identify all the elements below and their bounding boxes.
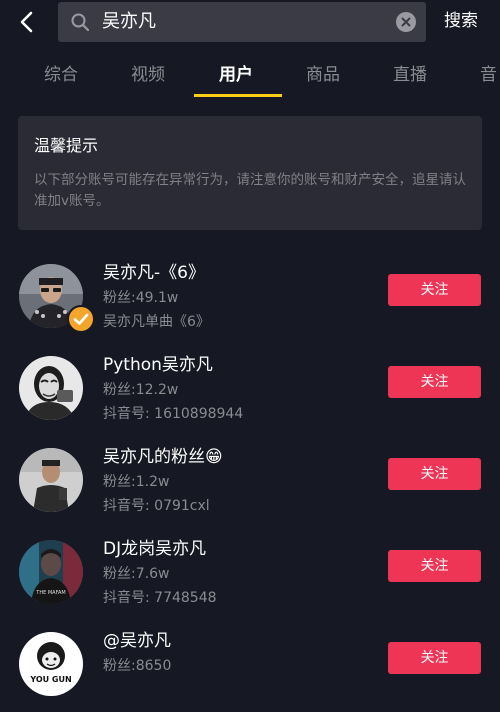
tab-users[interactable]: 用户	[219, 64, 253, 86]
active-tab-indicator	[194, 94, 282, 97]
user-name[interactable]: 吴亦凡-《6》	[103, 262, 205, 284]
search-button[interactable]: 搜索	[444, 10, 478, 32]
user-result-item[interactable]: THE MAFAM DJ龙岗吴亦凡 粉丝:7.6w 抖音号: 7748548 关…	[0, 538, 500, 620]
avatar[interactable]	[19, 448, 83, 512]
search-input[interactable]: 吴亦凡	[58, 2, 426, 42]
user-name[interactable]: Python吴亦凡	[103, 354, 213, 376]
tab-videos[interactable]: 视频	[131, 64, 165, 86]
top-bar: 吴亦凡 搜索	[0, 0, 500, 46]
tab-comprehensive[interactable]: 综合	[44, 64, 78, 86]
avatar[interactable]: YOU GUN	[19, 632, 83, 696]
avatar-label: YOU GUN	[29, 675, 71, 684]
tip-title: 温馨提示	[34, 136, 99, 155]
follow-button[interactable]: 关注	[388, 642, 481, 674]
user-name[interactable]: 吴亦凡的粉丝😁	[103, 446, 223, 468]
tip-body: 以下部分账号可能存在异常行为，请注意你的账号和财产安全，追星请认准加v账号。	[34, 172, 466, 209]
tab-products[interactable]: 商品	[306, 64, 340, 86]
user-result-item[interactable]: 吴亦凡-《6》 粉丝:49.1w 吴亦凡单曲《6》 关注	[0, 262, 500, 344]
user-fans-count: 粉丝:8650	[103, 658, 172, 674]
category-tabs: 综合 视频 用户 商品 直播 音	[0, 52, 500, 96]
user-douyin-id: 抖音号: 7748548	[103, 590, 217, 606]
user-description: 吴亦凡单曲《6》	[103, 314, 210, 330]
avatar[interactable]	[19, 356, 83, 420]
search-query-text: 吴亦凡	[102, 11, 156, 32]
user-result-item[interactable]: YOU GUN @吴亦凡 粉丝:8650 关注	[0, 630, 500, 712]
verified-icon	[67, 305, 95, 333]
user-fans-count: 粉丝:7.6w	[103, 566, 170, 582]
warning-tip-card: 温馨提示 以下部分账号可能存在异常行为，请注意你的账号和财产安全，追星请认准加v…	[18, 116, 482, 230]
follow-button[interactable]: 关注	[388, 274, 481, 306]
follow-button[interactable]: 关注	[388, 550, 481, 582]
tab-music[interactable]: 音	[480, 64, 497, 86]
user-fans-count: 粉丝:49.1w	[103, 290, 179, 306]
user-result-item[interactable]: 吴亦凡的粉丝😁 粉丝:1.2w 抖音号: 0791cxl 关注	[0, 446, 500, 528]
user-result-item[interactable]: Python吴亦凡 粉丝:12.2w 抖音号: 1610898944 关注	[0, 354, 500, 436]
user-fans-count: 粉丝:12.2w	[103, 382, 179, 398]
follow-button[interactable]: 关注	[388, 366, 481, 398]
user-fans-count: 粉丝:1.2w	[103, 474, 170, 490]
user-douyin-id: 抖音号: 0791cxl	[103, 498, 210, 514]
follow-button[interactable]: 关注	[388, 458, 481, 490]
user-name[interactable]: @吴亦凡	[103, 630, 171, 652]
clear-icon[interactable]	[396, 12, 416, 32]
tab-live[interactable]: 直播	[393, 64, 427, 86]
avatar[interactable]: THE MAFAM	[19, 540, 83, 604]
avatar-label: THE MAFAM	[35, 590, 65, 596]
search-icon	[71, 13, 90, 32]
back-arrow-icon[interactable]	[14, 8, 42, 36]
user-name[interactable]: DJ龙岗吴亦凡	[103, 538, 206, 560]
user-douyin-id: 抖音号: 1610898944	[103, 406, 244, 422]
